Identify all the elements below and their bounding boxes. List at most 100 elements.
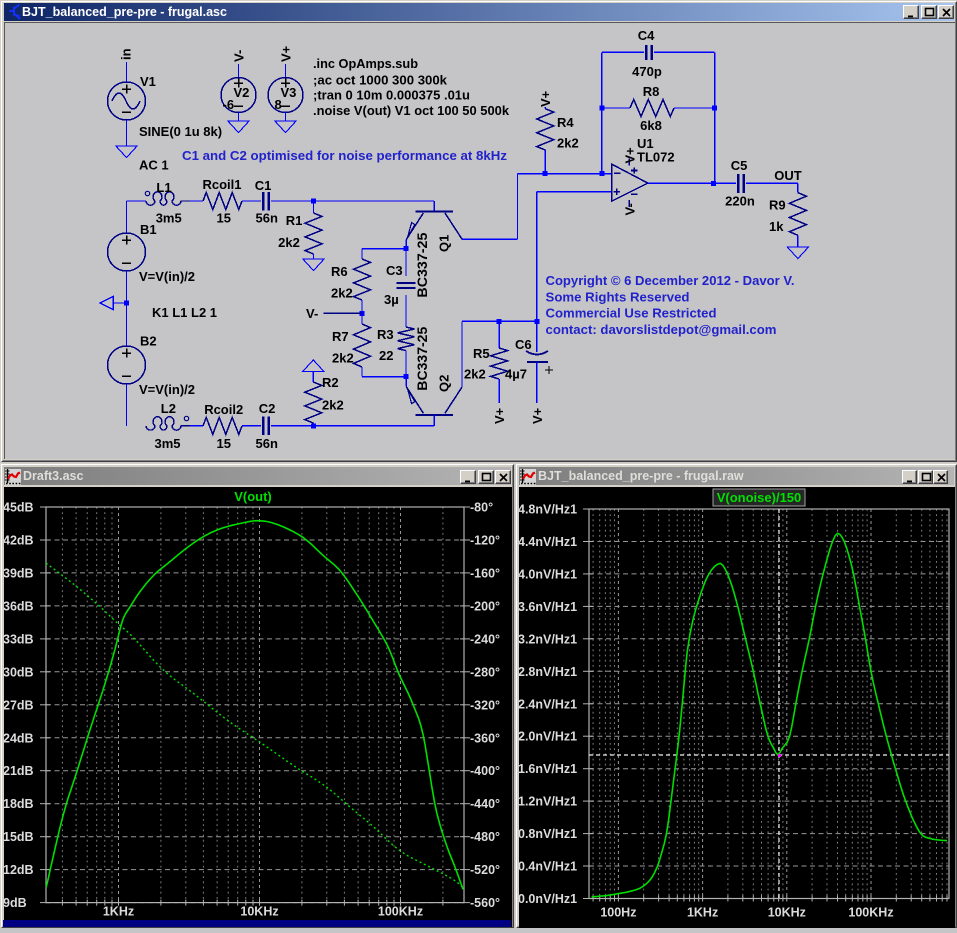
svg-text:V(onoise)/150: V(onoise)/150 bbox=[717, 490, 802, 505]
svg-text:V+: V+ bbox=[492, 407, 507, 424]
svg-text:2.4nV/Hz1: 2.4nV/Hz1 bbox=[519, 697, 577, 711]
svg-text:-360°: -360° bbox=[470, 731, 500, 745]
svg-text:-280°: -280° bbox=[470, 665, 500, 679]
svg-text:1k: 1k bbox=[769, 219, 784, 234]
svg-text:100Hz: 100Hz bbox=[600, 906, 636, 920]
svg-text:Some Rights Reserved: Some Rights Reserved bbox=[546, 290, 690, 305]
svg-text:AC 1: AC 1 bbox=[139, 158, 169, 173]
svg-text:V+: V+ bbox=[530, 407, 545, 424]
svg-text:10KHz: 10KHz bbox=[768, 906, 806, 920]
svg-text:2.0nV/Hz1: 2.0nV/Hz1 bbox=[519, 730, 577, 744]
svg-text:100KHz: 100KHz bbox=[378, 905, 423, 919]
svg-text:Copyright © 6 December 2012 -: Copyright © 6 December 2012 - Davor V. bbox=[546, 273, 795, 288]
svg-text:45dB: 45dB bbox=[4, 501, 34, 515]
svg-text:C4: C4 bbox=[638, 28, 655, 43]
svg-text:2k2: 2k2 bbox=[322, 398, 344, 413]
svg-text:2k2: 2k2 bbox=[464, 367, 486, 382]
svg-text:2k2: 2k2 bbox=[278, 235, 300, 250]
svg-text:4.8nV/Hz1: 4.8nV/Hz1 bbox=[519, 503, 577, 517]
svg-text:-480°: -480° bbox=[470, 830, 500, 844]
svg-text:C1: C1 bbox=[255, 178, 272, 193]
svg-text:8: 8 bbox=[275, 97, 282, 112]
svg-text:3.6nV/Hz1: 3.6nV/Hz1 bbox=[519, 600, 577, 614]
svg-text:9dB: 9dB bbox=[4, 896, 27, 910]
svg-text:V=V(in)/2: V=V(in)/2 bbox=[139, 382, 195, 397]
svg-text:Commercial Use Restricted: Commercial Use Restricted bbox=[546, 306, 717, 321]
svg-text:2.8nV/Hz1: 2.8nV/Hz1 bbox=[519, 665, 577, 679]
svg-text:R3: R3 bbox=[377, 327, 394, 342]
svg-text:-400°: -400° bbox=[470, 764, 500, 778]
svg-text:18dB: 18dB bbox=[4, 797, 34, 811]
svg-text:-520°: -520° bbox=[470, 863, 500, 877]
svg-text:15dB: 15dB bbox=[4, 830, 34, 844]
svg-text:in: in bbox=[119, 48, 134, 60]
svg-text:L2: L2 bbox=[161, 401, 176, 416]
svg-text:21dB: 21dB bbox=[4, 764, 34, 778]
svg-text:-80°: -80° bbox=[470, 501, 493, 515]
svg-text:1.6nV/Hz1: 1.6nV/Hz1 bbox=[519, 762, 577, 776]
svg-text:0.4nV/Hz1: 0.4nV/Hz1 bbox=[519, 860, 577, 874]
svg-text:C3: C3 bbox=[386, 263, 403, 278]
svg-text:V+: V+ bbox=[279, 45, 294, 62]
svg-text:27dB: 27dB bbox=[4, 698, 34, 712]
svg-text:36dB: 36dB bbox=[4, 599, 34, 613]
svg-text:1KHz: 1KHz bbox=[687, 906, 718, 920]
svg-text:L1: L1 bbox=[156, 180, 171, 195]
svg-text:-160°: -160° bbox=[470, 566, 500, 580]
svg-text:3m5: 3m5 bbox=[156, 211, 182, 226]
svg-text:-6: -6 bbox=[223, 97, 235, 112]
svg-text:SINE(0 1u 8k): SINE(0 1u 8k) bbox=[139, 124, 222, 139]
svg-text:2k2: 2k2 bbox=[332, 351, 354, 366]
svg-text:15: 15 bbox=[217, 211, 231, 226]
svg-text:R7: R7 bbox=[332, 329, 349, 344]
svg-text:0.0nV/Hz1: 0.0nV/Hz1 bbox=[519, 892, 577, 906]
svg-text:C6: C6 bbox=[515, 337, 532, 352]
svg-text:OUT: OUT bbox=[774, 168, 802, 183]
svg-text:-440°: -440° bbox=[470, 797, 500, 811]
svg-text:42dB: 42dB bbox=[4, 533, 34, 547]
svg-text:-560°: -560° bbox=[470, 896, 500, 910]
svg-text:3.2nV/Hz1: 3.2nV/Hz1 bbox=[519, 632, 577, 646]
svg-text:V+: V+ bbox=[538, 90, 553, 107]
svg-text:R6: R6 bbox=[331, 264, 348, 279]
svg-text:V3: V3 bbox=[281, 85, 297, 100]
svg-text:4.4nV/Hz1: 4.4nV/Hz1 bbox=[519, 535, 577, 549]
svg-text:56n: 56n bbox=[256, 211, 278, 226]
svg-text:V+: V+ bbox=[622, 147, 637, 164]
svg-text:R2: R2 bbox=[322, 375, 339, 390]
svg-text:BC337-25: BC337-25 bbox=[414, 327, 430, 391]
svg-text:15: 15 bbox=[217, 436, 231, 451]
svg-text:R4: R4 bbox=[557, 115, 574, 130]
svg-text:-240°: -240° bbox=[470, 632, 500, 646]
svg-text:33dB: 33dB bbox=[4, 632, 34, 646]
svg-text:V(out): V(out) bbox=[234, 489, 272, 504]
svg-text:10KHz: 10KHz bbox=[240, 905, 278, 919]
svg-text:contact: davorslistdepot@gmail: contact: davorslistdepot@gmail.com bbox=[546, 322, 777, 337]
svg-text:;tran 0 10m 0.000375 .01u: ;tran 0 10m 0.000375 .01u bbox=[313, 88, 470, 103]
svg-text:24dB: 24dB bbox=[4, 731, 34, 745]
svg-text:R1: R1 bbox=[286, 213, 303, 228]
svg-text:4.0nV/Hz1: 4.0nV/Hz1 bbox=[519, 567, 577, 581]
svg-text:56n: 56n bbox=[256, 436, 278, 451]
svg-text:470p: 470p bbox=[632, 64, 662, 79]
svg-text:V-: V- bbox=[622, 203, 637, 215]
svg-text:V-: V- bbox=[232, 50, 247, 62]
svg-text:.inc OpAmps.sub: .inc OpAmps.sub bbox=[313, 56, 418, 71]
svg-text:-320°: -320° bbox=[470, 698, 500, 712]
svg-text:C2: C2 bbox=[259, 401, 276, 416]
svg-text:C1 and C2 optimised for noise: C1 and C2 optimised for noise performanc… bbox=[182, 148, 508, 163]
svg-text:4µ7: 4µ7 bbox=[505, 367, 527, 382]
svg-text:V=V(in)/2: V=V(in)/2 bbox=[139, 269, 195, 284]
svg-text:V-: V- bbox=[306, 306, 318, 321]
svg-text:BC337-25: BC337-25 bbox=[414, 232, 430, 297]
svg-text:R5: R5 bbox=[473, 346, 490, 361]
svg-text:Rcoil2: Rcoil2 bbox=[204, 402, 243, 417]
svg-text:0.8nV/Hz1: 0.8nV/Hz1 bbox=[519, 827, 577, 841]
svg-text:6k8: 6k8 bbox=[640, 118, 662, 133]
svg-text:-200°: -200° bbox=[470, 599, 500, 613]
svg-text:V2: V2 bbox=[234, 85, 250, 100]
svg-text:1.2nV/Hz1: 1.2nV/Hz1 bbox=[519, 795, 577, 809]
svg-text:3µ: 3µ bbox=[384, 292, 399, 307]
svg-text:C5: C5 bbox=[731, 158, 748, 173]
svg-text:V1: V1 bbox=[140, 74, 156, 89]
